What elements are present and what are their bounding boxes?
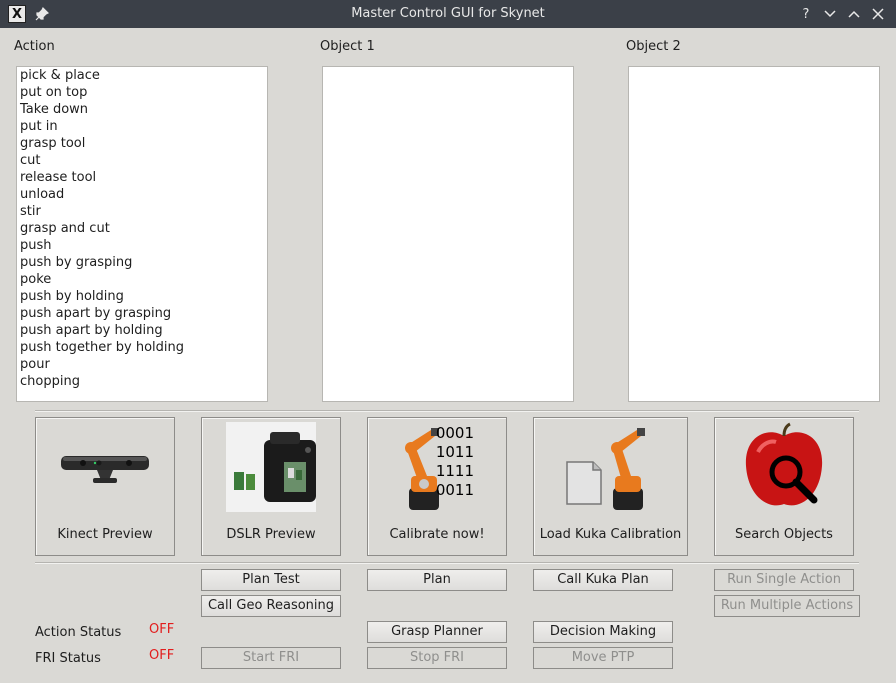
robot-arm-document-icon <box>561 422 661 514</box>
calib-digits-4: 0011 <box>435 481 474 499</box>
dslr-preview-label: DSLR Preview <box>226 527 316 542</box>
search-objects-button[interactable]: Search Objects <box>714 417 854 556</box>
close-icon[interactable] <box>870 4 886 24</box>
action-list-item[interactable]: push by holding <box>17 288 267 305</box>
calibrate-label: Calibrate now! <box>389 527 485 542</box>
action-list-item[interactable]: Take down <box>17 101 267 118</box>
object2-list[interactable] <box>628 66 880 402</box>
action-list-item[interactable]: push together by holding <box>17 339 267 356</box>
object1-column-label: Object 1 <box>320 39 375 54</box>
action-list[interactable]: pick & place put on top Take down put in gra… <box>16 66 268 402</box>
action-list-item[interactable]: put in <box>17 118 267 135</box>
apple-search-icon <box>738 422 830 514</box>
action-list-item[interactable]: pour <box>17 356 267 373</box>
action-list-item[interactable]: push apart by grasping <box>17 305 267 322</box>
divider-top <box>35 410 859 412</box>
action-list-item[interactable]: release tool <box>17 169 267 186</box>
kinect-icon <box>59 422 151 514</box>
action-list-item[interactable]: poke <box>17 271 267 288</box>
call-kuka-plan-button[interactable]: Call Kuka Plan <box>533 569 673 591</box>
move-ptp-button[interactable]: Move PTP <box>533 647 673 669</box>
kinect-preview-label: Kinect Preview <box>57 527 153 542</box>
maximize-icon[interactable] <box>846 4 862 24</box>
action-list-item[interactable]: put on top <box>17 84 267 101</box>
search-objects-label: Search Objects <box>735 527 833 542</box>
window-title: Master Control GUI for Skynet <box>351 6 545 21</box>
grasp-planner-button[interactable]: Grasp Planner <box>367 621 507 643</box>
calib-digits-3: 1111 <box>435 462 474 480</box>
object2-column-label: Object 2 <box>626 39 681 54</box>
action-list-item[interactable]: push apart by holding <box>17 322 267 339</box>
action-list-item[interactable]: cut <box>17 152 267 169</box>
action-list-item[interactable]: grasp tool <box>17 135 267 152</box>
divider-bottom <box>35 562 859 564</box>
minimize-icon[interactable] <box>822 4 838 24</box>
load-kuka-calibration-button[interactable]: Load Kuka Calibration <box>533 417 688 556</box>
action-column-label: Action <box>14 39 55 54</box>
help-icon[interactable]: ? <box>798 4 814 24</box>
action-status-label: Action Status <box>35 625 122 640</box>
fri-status-label: FRI Status <box>35 651 101 666</box>
action-list-item[interactable]: push by grasping <box>17 254 267 271</box>
call-geo-reasoning-button[interactable]: Call Geo Reasoning <box>201 595 341 617</box>
calib-digits-1: 0001 <box>435 424 474 442</box>
object1-list[interactable] <box>322 66 574 402</box>
action-list-item[interactable]: push <box>17 237 267 254</box>
action-list-item[interactable]: unload <box>17 186 267 203</box>
camera-icon <box>226 422 316 512</box>
action-list-item[interactable]: pick & place <box>17 67 267 84</box>
plan-test-button[interactable]: Plan Test <box>201 569 341 591</box>
robot-arm-calibrate-icon: 0001 1011 1111 0011 <box>387 422 487 514</box>
action-list-item[interactable]: stir <box>17 203 267 220</box>
run-multiple-actions-button[interactable]: Run Multiple Actions <box>714 595 860 617</box>
run-single-action-button[interactable]: Run Single Action <box>714 569 854 591</box>
kinect-preview-button[interactable]: Kinect Preview <box>35 417 175 556</box>
calib-digits-2: 1011 <box>435 443 474 461</box>
title-bar: X Master Control GUI for Skynet ? <box>0 0 896 28</box>
stop-fri-button[interactable]: Stop FRI <box>367 647 507 669</box>
fri-status-value: OFF <box>149 648 175 663</box>
decision-making-button[interactable]: Decision Making <box>533 621 673 643</box>
action-status-value: OFF <box>149 622 175 637</box>
start-fri-button[interactable]: Start FRI <box>201 647 341 669</box>
action-list-item[interactable]: chopping <box>17 373 267 390</box>
dslr-preview-button[interactable]: DSLR Preview <box>201 417 341 556</box>
plan-button[interactable]: Plan <box>367 569 507 591</box>
action-list-item[interactable]: grasp and cut <box>17 220 267 237</box>
calibrate-button[interactable]: 0001 1011 1111 0011 Calibrate now! <box>367 417 507 556</box>
load-kuka-calibration-label: Load Kuka Calibration <box>539 527 682 542</box>
